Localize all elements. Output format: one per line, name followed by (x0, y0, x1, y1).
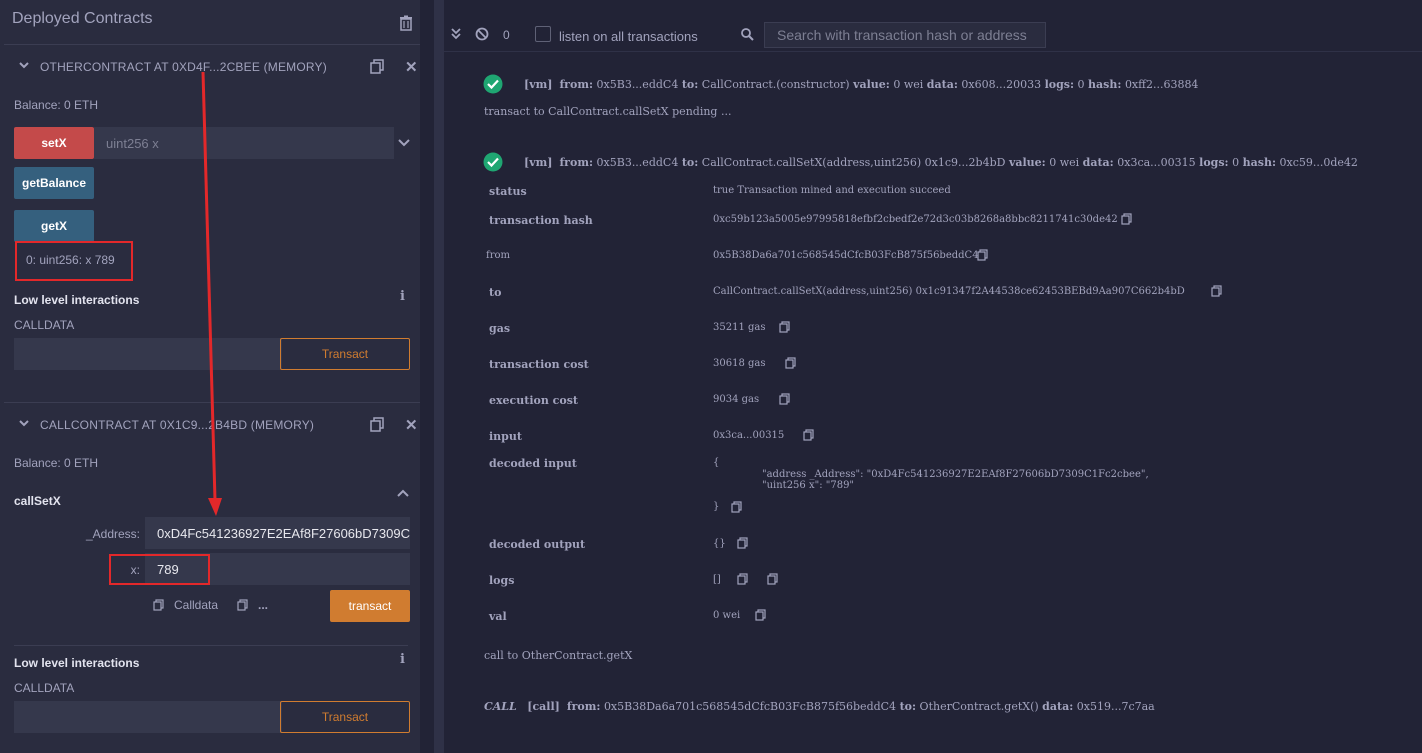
tx1-line[interactable]: [vm] from: 0x5B3...eddC4 to: CallContrac… (524, 78, 1198, 91)
decoded-input-close: } (713, 501, 720, 512)
panel-divider[interactable] (420, 0, 434, 753)
info-icon[interactable]: i (400, 289, 405, 304)
call-to-line: call to OtherContract.getX (484, 649, 633, 662)
tx-hash-label: transaction hash (489, 214, 593, 227)
copy-icon[interactable] (237, 599, 248, 611)
info-icon[interactable]: i (400, 652, 405, 667)
calldata-label: CALLDATA (14, 318, 75, 332)
annotation-box-x (109, 554, 210, 585)
decoded-input-x: "uint256 x": "789" (762, 480, 855, 491)
tx-cost-value: 30618 gas (713, 358, 766, 369)
low-level-title: Low level interactions (14, 656, 140, 670)
copy-icon[interactable] (779, 321, 790, 333)
transact-button[interactable]: Transact (280, 338, 410, 370)
copy-icon[interactable] (767, 573, 778, 585)
contract-balance: Balance: 0 ETH (14, 456, 99, 470)
chevron-down-icon[interactable] (18, 59, 30, 71)
copy-icon[interactable] (737, 537, 748, 549)
copy-icon[interactable] (1211, 285, 1222, 297)
copy-icon[interactable] (785, 357, 796, 369)
copy-icon[interactable] (731, 501, 742, 513)
from-label: from (486, 250, 510, 261)
getbalance-button[interactable]: getBalance (14, 167, 94, 199)
exec-cost-value: 9034 gas (713, 394, 760, 405)
calldata-input[interactable] (14, 338, 282, 370)
val-label: val (489, 610, 507, 623)
contract-name: CALLCONTRACT AT 0X1C9...2B4BD (MEMORY) (40, 418, 315, 432)
chevron-up-icon[interactable] (397, 488, 409, 498)
success-check-icon (483, 152, 503, 172)
contract-header[interactable]: CALLCONTRACT AT 0X1C9...2B4BD (MEMORY) ✕ (4, 403, 420, 445)
tx-cost-label: transaction cost (489, 358, 589, 371)
input-value: 0x3ca...00315 (713, 430, 785, 441)
calldata-label: CALLDATA (14, 681, 75, 695)
decoded-input-open: { (713, 457, 720, 468)
calldata-input[interactable] (14, 701, 282, 733)
calldata-copy-button[interactable]: Calldata (174, 598, 218, 612)
gas-value: 35211 gas (713, 322, 766, 333)
copy-icon[interactable] (370, 59, 384, 74)
contract-name: OTHERCONTRACT AT 0XD4F...2CBEE (MEMORY) (40, 60, 327, 74)
decoded-output-label: decoded output (489, 538, 586, 551)
logs-value: [] (713, 574, 721, 585)
copy-icon[interactable] (737, 573, 748, 585)
chevron-down-icon[interactable] (398, 138, 410, 148)
call-line[interactable]: CALL [call] from: 0x5B38Da6a701c568545dC… (484, 700, 1155, 713)
deployed-contracts-panel: Deployed Contracts OTHERCONTRACT AT 0XD4… (0, 0, 420, 753)
more-options-button[interactable]: ... (258, 598, 268, 612)
copy-icon[interactable] (1121, 213, 1132, 225)
from-value: 0x5B38Da6a701c568545dCfcB03FcB875f56bedd… (713, 250, 979, 261)
logs-label: logs (489, 574, 515, 587)
copy-icon[interactable] (755, 609, 766, 621)
contract-header[interactable]: OTHERCONTRACT AT 0XD4F...2CBEE (MEMORY) … (4, 45, 420, 87)
function-title: callSetX (14, 494, 61, 508)
chevron-down-icon[interactable] (18, 417, 30, 429)
getx-button[interactable]: getX (14, 210, 94, 242)
to-value: CallContract.callSetX(address,uint256) 0… (713, 286, 1185, 297)
address-label: _Address: (85, 527, 140, 541)
success-check-icon (483, 74, 503, 94)
decoded-input-address: "address _Address": "0xD4Fc541236927E2EA… (762, 469, 1149, 480)
panel-title: Deployed Contracts (12, 10, 153, 27)
close-icon[interactable]: ✕ (405, 416, 418, 434)
contract-balance: Balance: 0 ETH (14, 98, 99, 112)
copy-icon[interactable] (153, 599, 164, 611)
divider (14, 645, 408, 646)
transact-button[interactable]: transact (330, 590, 410, 622)
pending-line: transact to CallContract.callSetX pendin… (484, 105, 732, 118)
low-level-title: Low level interactions (14, 293, 140, 307)
decoded-output-value: {} (713, 538, 726, 549)
tx2-line[interactable]: [vm] from: 0x5B3...eddC4 to: CallContrac… (524, 156, 1358, 169)
transact-button[interactable]: Transact (280, 701, 410, 733)
input-label: input (489, 430, 522, 443)
search-icon (741, 28, 754, 41)
listen-checkbox[interactable] (535, 26, 551, 42)
double-chevron-down-icon[interactable] (451, 28, 461, 40)
close-icon[interactable]: ✕ (405, 58, 418, 76)
copy-icon[interactable] (803, 429, 814, 441)
pending-count: 0 (503, 28, 510, 42)
decoded-input-label: decoded input (489, 457, 577, 470)
listen-label: listen on all transactions (559, 29, 698, 44)
gas-label: gas (489, 322, 511, 335)
address-input[interactable]: 0xD4Fc541236927E2EAf8F27606bD7309C (145, 517, 410, 549)
exec-cost-label: execution cost (489, 394, 578, 407)
to-label: to (489, 286, 502, 299)
copy-icon[interactable] (977, 249, 988, 261)
status-value: true Transaction mined and execution suc… (713, 185, 951, 196)
val-value: 0 wei (713, 610, 741, 621)
setx-input[interactable]: uint256 x (94, 127, 394, 159)
panel-divider-line (434, 0, 444, 753)
status-label: status (489, 185, 527, 198)
clear-console-icon[interactable] (475, 27, 489, 41)
search-input[interactable]: Search with transaction hash or address (764, 22, 1046, 48)
copy-icon[interactable] (779, 393, 790, 405)
annotation-box-result (15, 241, 133, 281)
tx-hash-value: 0xc59b123a5005e97995818efbf2cbedf2e72d3c… (713, 214, 1118, 225)
copy-icon[interactable] (370, 417, 384, 432)
setx-button[interactable]: setX (14, 127, 94, 159)
trash-icon[interactable] (399, 15, 413, 31)
